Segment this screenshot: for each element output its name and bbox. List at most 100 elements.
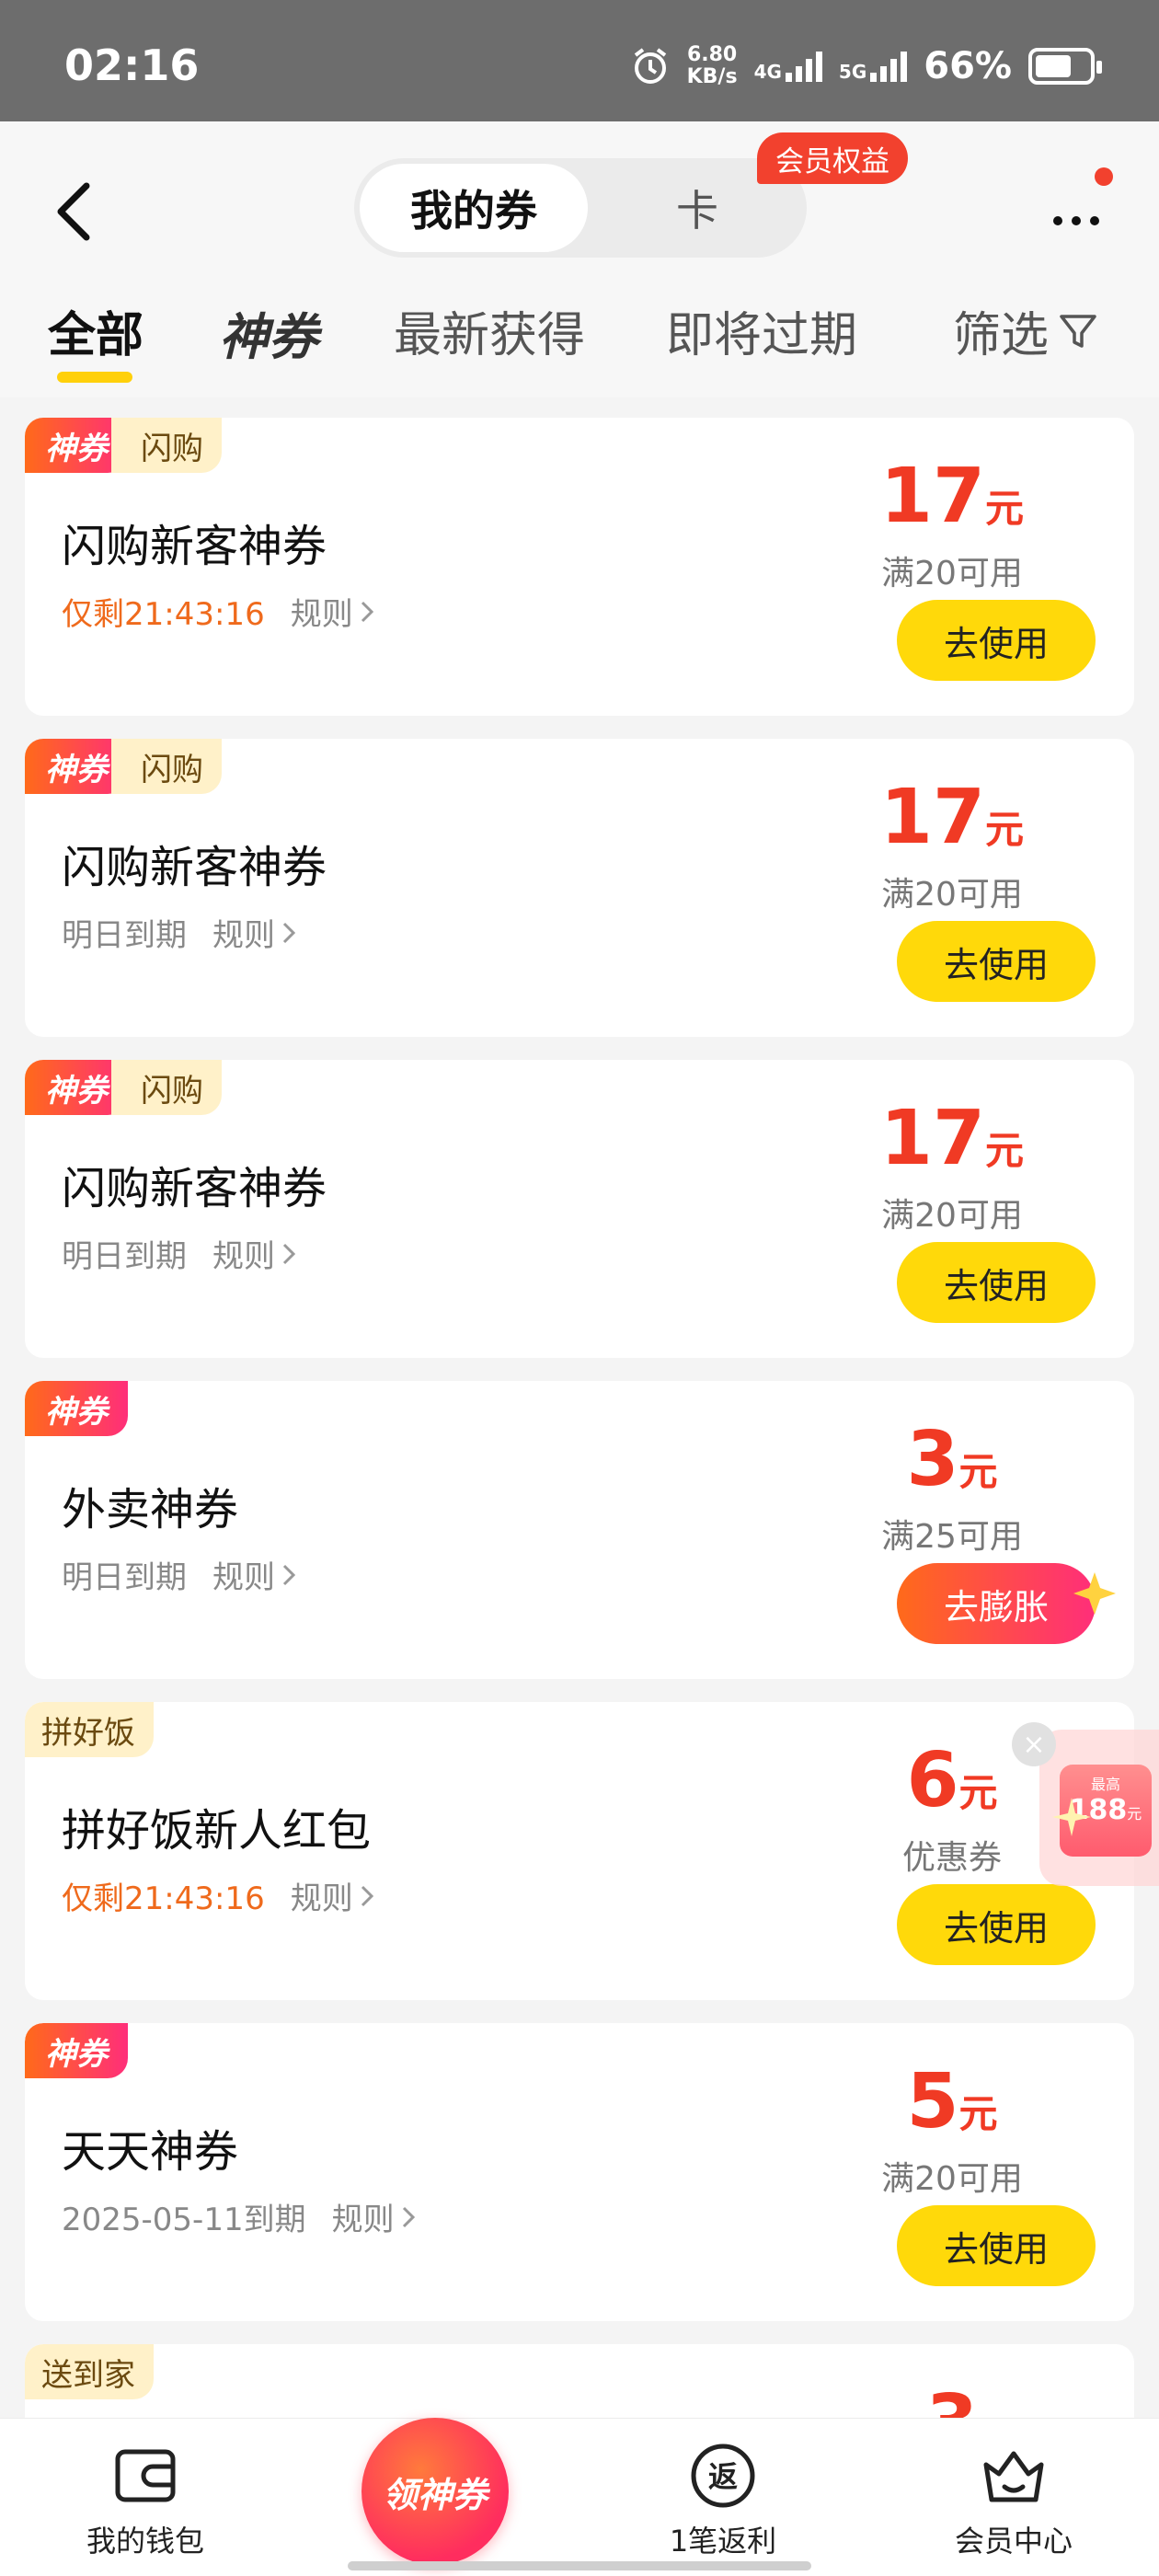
coupon-card[interactable]: 神券 闪购 闪购新客神券 明日到期 规则 17元 满20可用 去使用: [25, 1060, 1134, 1358]
coupon-card[interactable]: 神券 外卖神券 明日到期 规则 3元 满25可用 去膨胀: [25, 1381, 1134, 1679]
alarm-icon: [634, 48, 666, 84]
sparkle-decoration-icon: [1052, 1798, 1091, 1836]
rule-link[interactable]: 规则: [332, 2194, 417, 2239]
red-packet-top-text: 最高: [1090, 1776, 1120, 1793]
rule-link[interactable]: 规则: [212, 910, 297, 955]
bottom-navigation: 我的钱包 返 1笔返利 会员中心: [0, 2418, 1159, 2576]
signal-bars-icon: [785, 51, 822, 82]
tag-shen-quan: 神券: [25, 2023, 128, 2078]
use-coupon-button[interactable]: 去使用: [897, 600, 1096, 681]
amount-unit: 元: [958, 1770, 998, 1815]
amount-number: 6: [906, 1737, 959, 1824]
home-indicator[interactable]: [348, 2561, 811, 2570]
coupon-meta: 2025-05-11到期 规则: [62, 2194, 417, 2239]
signal-bars-icon: [870, 51, 908, 82]
coupon-expiry: 明日到期: [62, 917, 187, 954]
amount-number: 3: [906, 1416, 959, 1503]
amount-number: 5: [906, 2058, 959, 2145]
tag-category: 拼好饭: [25, 1702, 154, 1757]
chevron-right-icon: [282, 1564, 296, 1585]
coupon-condition: 优惠券: [901, 1839, 1002, 1877]
rule-label: 规则: [290, 1880, 353, 1917]
coupon-expiry: 仅剩21:43:16: [62, 596, 265, 633]
coupon-expiry: 2025-05-11到期: [62, 2202, 306, 2238]
coupon-meta: 明日到期 规则: [62, 1231, 297, 1276]
nav-rebate[interactable]: 返 1笔返利: [622, 2439, 824, 2560]
expand-coupon-button[interactable]: 去膨胀: [897, 1563, 1096, 1644]
chevron-right-icon: [361, 601, 373, 622]
tag-category: 送到家: [25, 2344, 154, 2399]
coupon-condition: 满25可用: [881, 1518, 1023, 1556]
nav-wallet[interactable]: 我的钱包: [44, 2439, 247, 2560]
funnel-icon: [1060, 314, 1096, 348]
coupon-amount: 3元: [842, 1416, 1062, 1503]
coupon-condition: 满20可用: [881, 1197, 1023, 1235]
battery-percent: 66%: [924, 45, 1012, 87]
rule-label: 规则: [290, 596, 353, 633]
use-coupon-button[interactable]: 去使用: [897, 921, 1096, 1002]
coupon-expiry: 明日到期: [62, 1238, 187, 1275]
page-header: 我的券 卡 会员权益 全部 神券 最新获得 即将过期 筛选: [0, 121, 1159, 397]
network-speed: 6.80 KB/s: [686, 43, 738, 88]
coupon-condition: 满20可用: [881, 876, 1023, 914]
nav-member-center[interactable]: 会员中心: [912, 2439, 1115, 2560]
active-tab-indicator: [57, 372, 132, 383]
amount-unit: 元: [958, 2091, 998, 2136]
rule-label: 规则: [212, 1238, 275, 1275]
crown-basket-icon: [983, 2451, 1044, 2502]
nav-wallet-label: 我的钱包: [86, 2524, 204, 2559]
coupon-card[interactable]: 神券 闪购 闪购新客神券 明日到期 规则 17元 满20可用 去使用: [25, 739, 1134, 1037]
coupon-expiry: 仅剩21:43:16: [62, 1880, 265, 1917]
coupon-title: 闪购新客神券: [62, 842, 327, 893]
rule-link[interactable]: 规则: [212, 1552, 297, 1597]
more-options-icon[interactable]: [1049, 193, 1104, 248]
signal-4g: 4G: [754, 51, 822, 82]
tab-my-coupons[interactable]: 我的券: [360, 164, 588, 252]
rule-label: 规则: [331, 2202, 395, 2238]
tab-newest[interactable]: 最新获得: [394, 296, 585, 365]
coupon-meta: 明日到期 规则: [62, 1552, 297, 1597]
rule-link[interactable]: 规则: [291, 589, 375, 634]
status-time: 02:16: [64, 40, 200, 90]
coupon-title: 闪购新客神券: [62, 1163, 327, 1214]
coupon-amount: 5元: [842, 2058, 1062, 2145]
tag-category: 闪购: [111, 418, 222, 473]
member-benefits-badge[interactable]: 会员权益: [757, 132, 908, 184]
amount-unit: 元: [985, 807, 1025, 852]
tab-shen-quan[interactable]: 神券: [219, 296, 318, 369]
close-icon[interactable]: ×: [1012, 1722, 1056, 1766]
coupon-condition: 满20可用: [881, 2160, 1023, 2198]
amount-number: 17: [879, 1095, 986, 1182]
use-coupon-button[interactable]: 去使用: [897, 1884, 1096, 1965]
amount-unit: 元: [985, 486, 1025, 531]
coupon-title: 外卖神券: [62, 1484, 239, 1535]
use-coupon-button[interactable]: 去使用: [897, 1242, 1096, 1323]
get-coupons-button[interactable]: 领神券: [361, 2418, 509, 2565]
rule-link[interactable]: 规则: [291, 1873, 375, 1918]
amount-unit: 元: [958, 1449, 998, 1494]
coupon-card[interactable]: 拼好饭 拼好饭新人红包 仅剩21:43:16 规则 6元 优惠券 去使用: [25, 1702, 1134, 2000]
rule-link[interactable]: 规则: [212, 1231, 297, 1276]
coupon-tags: 神券 闪购: [25, 1060, 222, 1115]
wallet-icon: [115, 2449, 176, 2502]
coupon-amount: 17元: [842, 453, 1062, 540]
tab-all[interactable]: 全部: [48, 296, 143, 365]
rule-label: 规则: [212, 917, 275, 954]
coupon-expiry: 明日到期: [62, 1559, 187, 1596]
red-packet-unit: 元: [1127, 1805, 1142, 1823]
coupon-card[interactable]: 神券 闪购 闪购新客神券 仅剩21:43:16 规则 17元 满20可用 去使用: [25, 418, 1134, 716]
tab-filter[interactable]: 筛选: [953, 296, 1098, 365]
use-coupon-button[interactable]: 去使用: [897, 2205, 1096, 2286]
coupon-tags: 拼好饭: [25, 1702, 154, 1757]
coupon-condition: 满20可用: [881, 555, 1023, 592]
rebate-icon: 返: [691, 2444, 755, 2508]
amount-number: 17: [879, 453, 986, 540]
filter-tabs: 全部 神券 最新获得 即将过期 筛选: [0, 296, 1159, 388]
sparkle-star-icon: [1073, 1572, 1116, 1615]
coupon-card[interactable]: 神券 天天神券 2025-05-11到期 规则 5元 满20可用 去使用: [25, 2023, 1134, 2321]
coupon-tags: 神券: [25, 2023, 128, 2078]
back-arrow-icon[interactable]: [46, 175, 101, 248]
coupon-card-switch: 我的券 卡: [354, 158, 807, 258]
tab-expiring[interactable]: 即将过期: [666, 296, 857, 365]
status-bar: 02:16 6.80 KB/s 4G 5G 66%: [0, 0, 1159, 121]
